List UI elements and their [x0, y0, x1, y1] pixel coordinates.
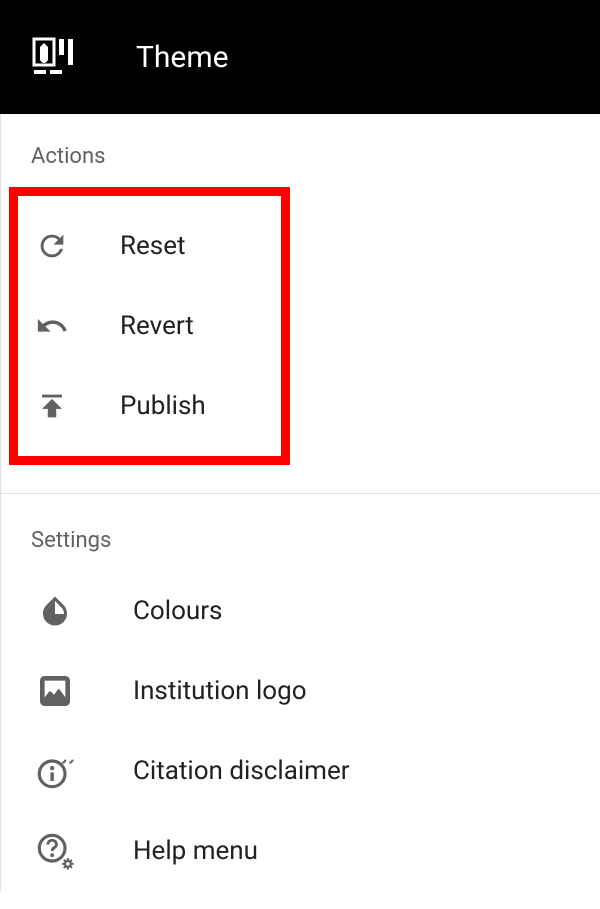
- citation-disclaimer-label: Citation disclaimer: [133, 756, 350, 786]
- revert-label: Revert: [120, 311, 194, 341]
- revert-action[interactable]: Revert: [18, 286, 281, 366]
- reset-action[interactable]: Reset: [18, 206, 281, 286]
- reset-icon: [32, 226, 72, 266]
- actions-heading: Actions: [1, 144, 600, 169]
- help-menu-setting[interactable]: Help menu: [1, 811, 600, 891]
- colours-icon: [35, 591, 75, 631]
- help-menu-label: Help menu: [133, 836, 258, 866]
- citation-icon: [35, 751, 75, 791]
- publish-action[interactable]: Publish: [18, 366, 281, 446]
- citation-disclaimer-setting[interactable]: Citation disclaimer: [1, 731, 600, 811]
- theme-logo-icon: [32, 35, 76, 79]
- actions-highlight-box: Reset Revert Publish: [9, 187, 290, 465]
- revert-icon: [32, 306, 72, 346]
- app-header: Theme: [0, 0, 600, 114]
- help-gear-icon: [35, 831, 75, 871]
- publish-label: Publish: [120, 391, 206, 421]
- institution-logo-label: Institution logo: [133, 676, 307, 706]
- colours-setting[interactable]: Colours: [1, 571, 600, 651]
- settings-heading: Settings: [1, 528, 600, 553]
- image-icon: [35, 671, 75, 711]
- colours-label: Colours: [133, 596, 222, 626]
- reset-label: Reset: [120, 231, 186, 261]
- settings-section: Settings Colours Institution logo: [0, 494, 600, 891]
- institution-logo-setting[interactable]: Institution logo: [1, 651, 600, 731]
- publish-icon: [32, 386, 72, 426]
- page-title: Theme: [136, 40, 229, 75]
- actions-section: Actions Reset Revert Publ: [0, 114, 600, 494]
